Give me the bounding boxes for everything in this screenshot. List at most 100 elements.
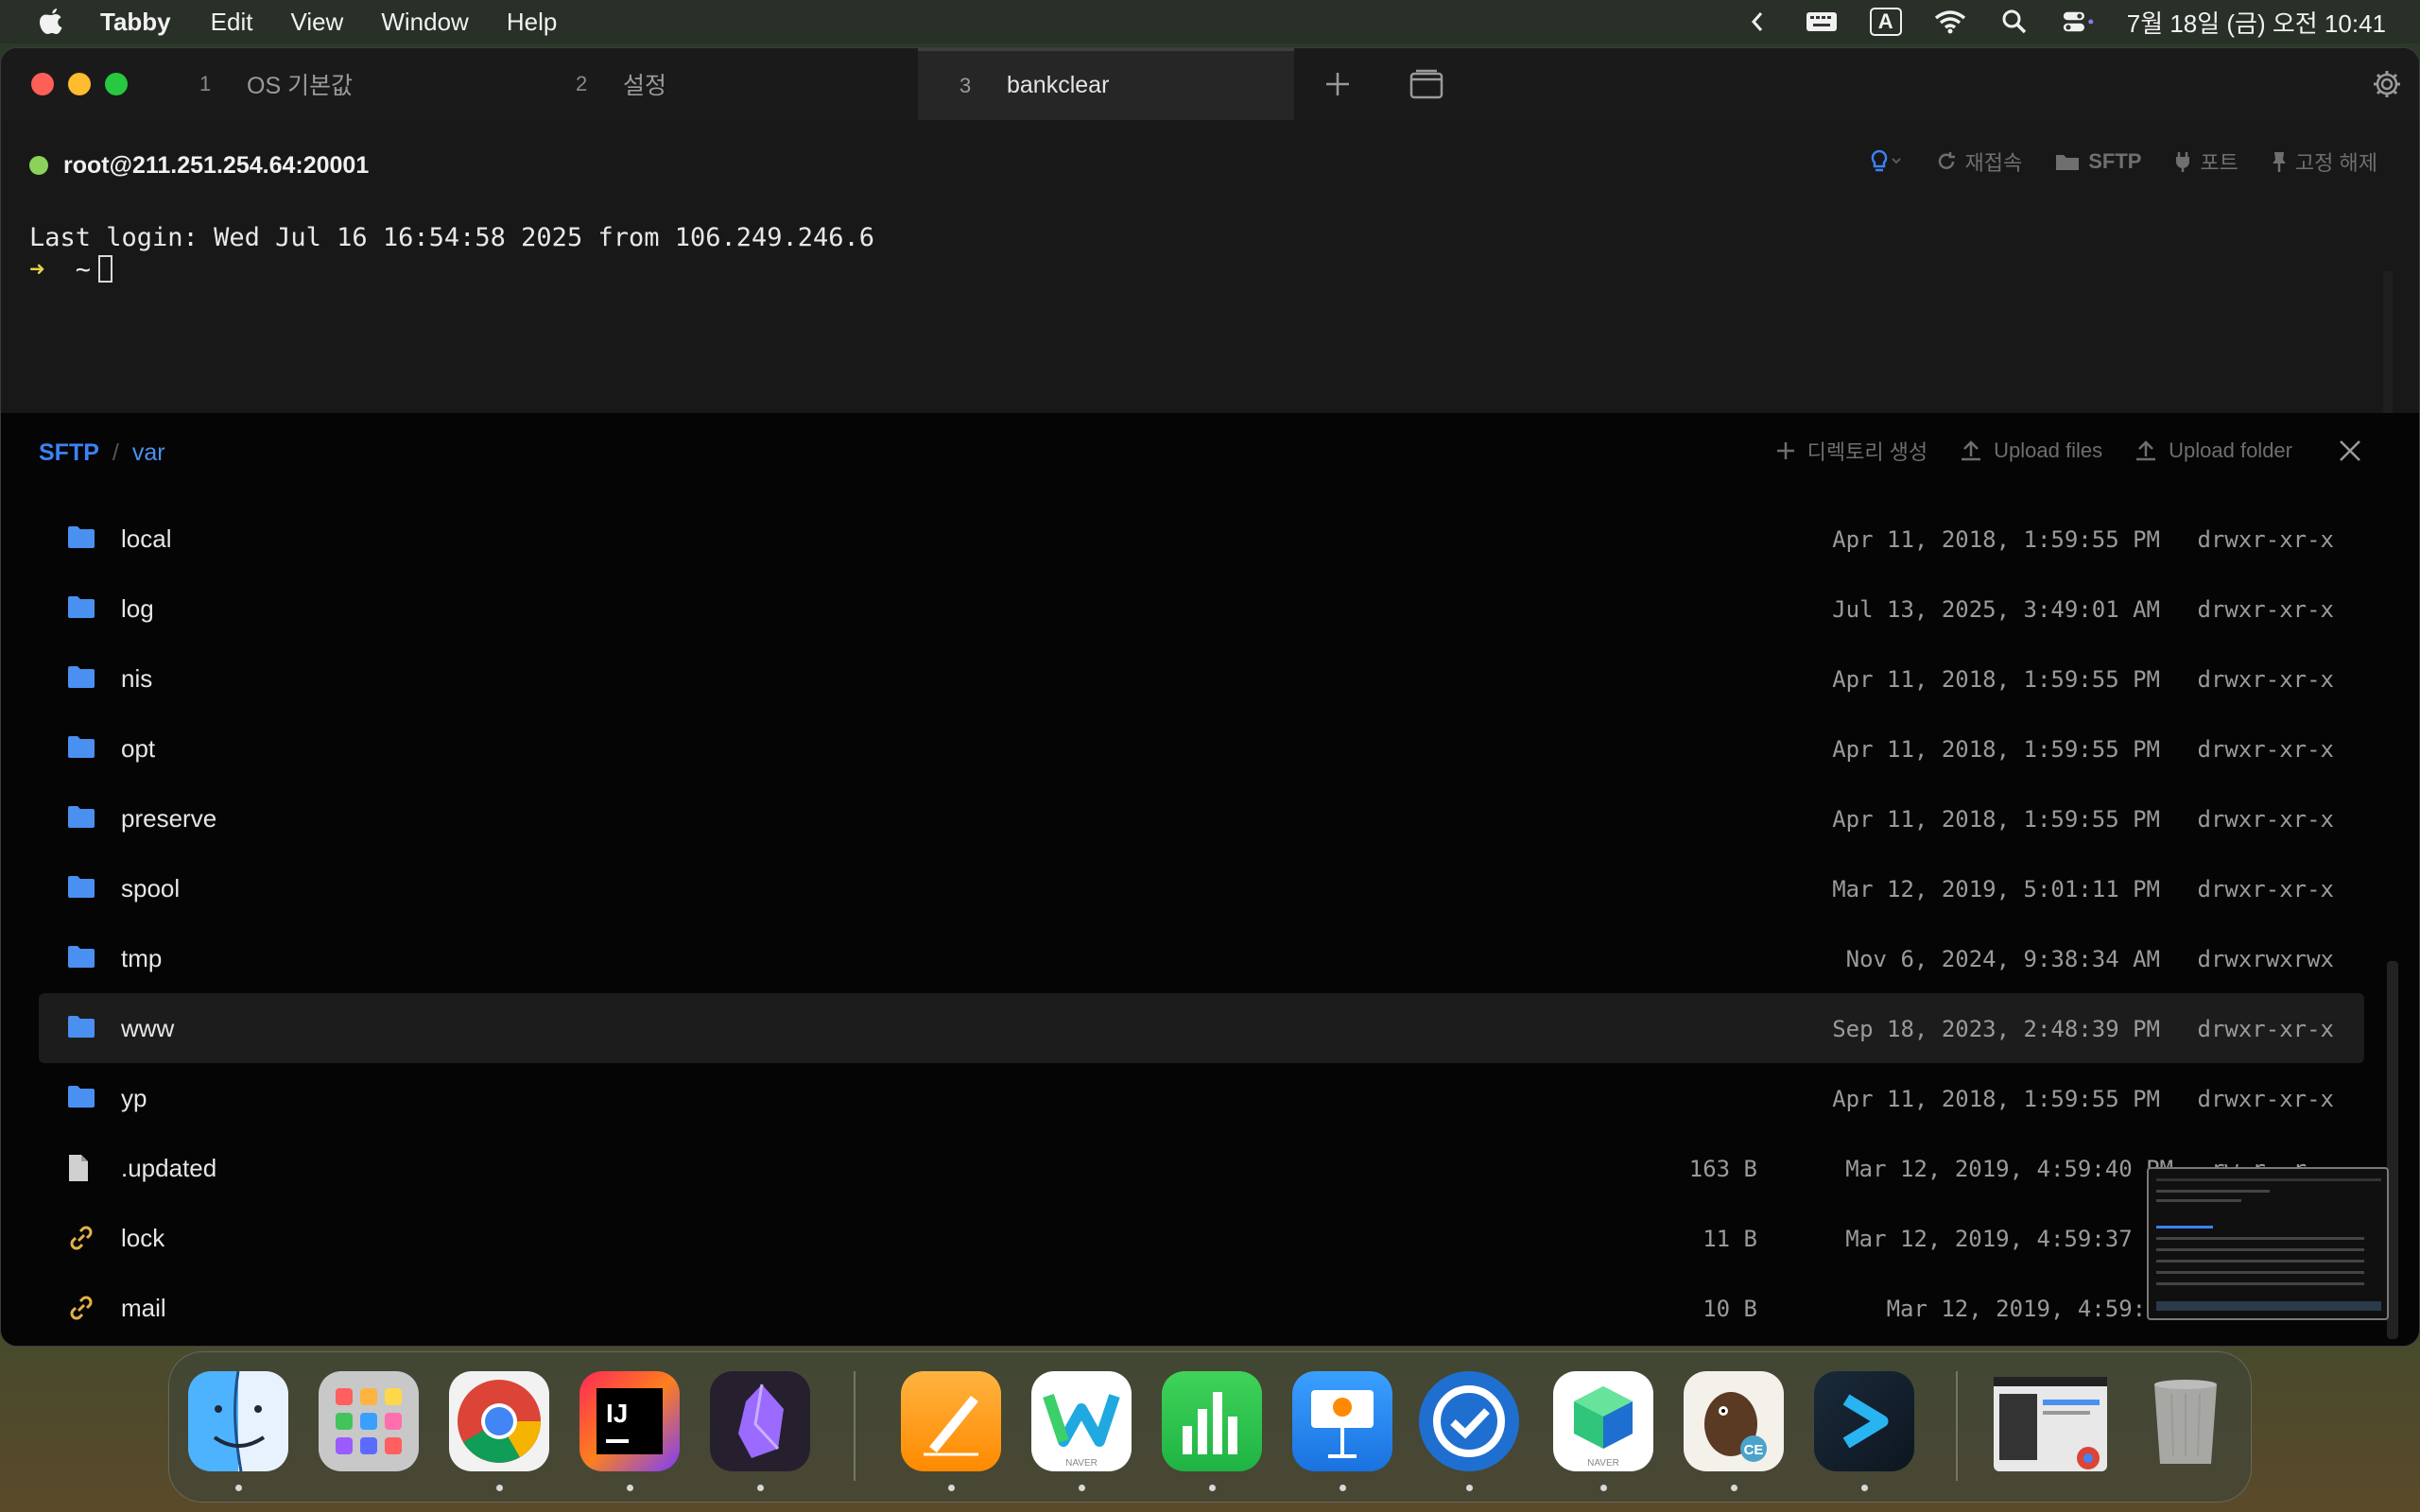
dock-running-indicator xyxy=(1600,1485,1607,1491)
sftp-button[interactable]: SFTP xyxy=(2054,149,2141,174)
close-sftp-button[interactable] xyxy=(2338,438,2362,463)
prompt-path: ~ xyxy=(75,255,92,284)
menu-edit[interactable]: Edit xyxy=(211,8,253,37)
file-row-www[interactable]: www Sep 18, 2023, 2:48:39 PM drwxr-xr-x xyxy=(39,993,2364,1063)
file-date: Apr 11, 2018, 1:59:55 PM xyxy=(1832,806,2160,833)
wifi-icon[interactable] xyxy=(1934,8,1966,36)
file-row-preserve[interactable]: preserve Apr 11, 2018, 1:59:55 PM drwxr-xr… xyxy=(39,783,2364,853)
dock-separator xyxy=(854,1371,856,1481)
file-row-mail[interactable]: mail 10 B Mar 12, 2019, 4:59:40 xyxy=(39,1273,2364,1343)
file-date: Sep 18, 2023, 2:48:39 PM xyxy=(1832,1016,2160,1042)
upload-files-label: Upload files xyxy=(1994,438,2103,462)
menu-view[interactable]: View xyxy=(290,8,343,37)
dock-running-indicator xyxy=(1861,1485,1868,1491)
tab-bankclear[interactable]: 3 bankclear xyxy=(918,48,1294,120)
file-row-run[interactable]: run6 BMar 12, 2019, 4:59:37 xyxy=(39,1343,2364,1346)
file-row-yp[interactable]: yp Apr 11, 2018, 1:59:55 PM drwxr-xr-x xyxy=(39,1063,2364,1133)
dock-trash-icon[interactable] xyxy=(2135,1371,2236,1471)
folder-icon xyxy=(67,524,95,553)
file-row-local[interactable]: local Apr 11, 2018, 1:59:55 PM drwxr-xr-x xyxy=(39,504,2364,574)
dock-dbeaver-icon[interactable]: CE xyxy=(1684,1371,1784,1471)
file-date: Mar 12, 2019, 4:59:40 xyxy=(1886,1296,2173,1322)
ports-label: 포트 xyxy=(2200,151,2238,175)
dock-whale-icon[interactable]: NAVER xyxy=(1031,1371,1132,1471)
dock-tabby-icon[interactable] xyxy=(1814,1371,1914,1471)
settings-button[interactable] xyxy=(2368,65,2406,103)
dock-naver-icon[interactable]: NAVER xyxy=(1553,1371,1653,1471)
upload-files-button[interactable]: Upload files xyxy=(1960,438,2102,463)
file-date: Nov 6, 2024, 9:38:34 AM xyxy=(1845,946,2160,972)
terminal-cursor xyxy=(98,255,113,283)
unpin-label: 고정 해제 xyxy=(2294,151,2377,175)
upload-folder-button[interactable]: Upload folder xyxy=(2135,438,2292,463)
folder-icon xyxy=(67,594,95,623)
file-row-dot-updated[interactable]: .updated163 BMar 12, 2019, 4:59:40 PMrw-… xyxy=(39,1133,2364,1203)
folder-icon xyxy=(67,944,95,972)
window-thumbnail[interactable] xyxy=(2147,1167,2389,1320)
file-name: .updated xyxy=(121,1154,217,1182)
file-row-tmp[interactable]: tmp Nov 6, 2024, 9:38:34 AM drwxrwxrwx xyxy=(39,923,2364,993)
dock-ce-badge: CE xyxy=(1744,1442,1764,1458)
tab-number: 1 xyxy=(199,72,212,95)
reconnect-label: 재접속 xyxy=(1964,151,2023,175)
file-row-spool[interactable]: spool Mar 12, 2019, 5:01:11 PM drwxr-xr-x xyxy=(39,853,2364,923)
input-source-icon[interactable]: A xyxy=(1869,8,1902,36)
terminal-pane[interactable]: root@211.251.254.64:20001 재접속 SFTP 포트 고정… xyxy=(1,120,2419,413)
menu-help[interactable]: Help xyxy=(507,8,557,37)
menu-window[interactable]: Window xyxy=(381,8,468,37)
terminal-scrollbar[interactable] xyxy=(2383,271,2393,413)
reconnect-icon xyxy=(1939,152,1956,169)
dock-running-indicator xyxy=(627,1485,633,1491)
session-bar: root@211.251.254.64:20001 재접속 SFTP 포트 고정… xyxy=(1,120,2419,211)
dock-intellij-icon[interactable]: IJ xyxy=(579,1371,680,1471)
window-stack-icon xyxy=(1409,69,1443,99)
spotlight-icon[interactable] xyxy=(1998,8,2031,36)
file-name: lock xyxy=(121,1224,165,1252)
sftp-label: SFTP xyxy=(2088,149,2142,173)
dock-pages-icon[interactable] xyxy=(901,1371,1001,1471)
dock-finder-icon[interactable] xyxy=(188,1370,288,1472)
control-center-icon[interactable] xyxy=(2063,8,2095,36)
dock-running-indicator xyxy=(948,1485,955,1491)
dock-keynote-icon[interactable] xyxy=(1292,1371,1392,1471)
file-row-opt[interactable]: opt Apr 11, 2018, 1:59:55 PM drwxr-xr-x xyxy=(39,713,2364,783)
create-directory-button[interactable]: 디렉토리 생성 xyxy=(1775,436,1927,466)
unpin-button[interactable]: 고정 해제 xyxy=(2271,146,2377,177)
reconnect-button[interactable]: 재접속 xyxy=(1936,146,2022,177)
file-row-log[interactable]: log Jul 13, 2025, 3:49:01 AM drwxr-xr-x xyxy=(39,574,2364,644)
new-tab-button[interactable] xyxy=(1319,65,1357,103)
file-permissions: drwxr-xr-x xyxy=(2197,1086,2335,1112)
profiles-button[interactable] xyxy=(1408,65,1445,103)
sftp-actions: 디렉토리 생성 Upload files Upload folder xyxy=(1775,436,2362,466)
dock-sync-icon[interactable] xyxy=(1419,1371,1519,1471)
menu-clock[interactable]: 7월 18일 (금) 오전 10:41 xyxy=(2127,5,2386,40)
dock-running-indicator xyxy=(757,1485,764,1491)
file-permissions: drwxr-xr-x xyxy=(2197,1016,2335,1042)
window-zoom-button[interactable] xyxy=(105,73,128,95)
apple-icon[interactable] xyxy=(38,7,68,37)
terminal-output[interactable]: Last login: Wed Jul 16 16:54:58 2025 fro… xyxy=(29,222,874,286)
dock-chrome-icon[interactable] xyxy=(449,1371,549,1471)
chevron-left-icon[interactable] xyxy=(1741,8,1773,36)
session-hint-button[interactable] xyxy=(1870,149,1904,174)
keyboard-icon[interactable] xyxy=(1806,8,1838,36)
file-name: spool xyxy=(121,874,181,902)
window-minimize-button[interactable] xyxy=(68,73,91,95)
dock-numbers-icon[interactable] xyxy=(1162,1371,1262,1471)
file-row-nis[interactable]: nis Apr 11, 2018, 1:59:55 PM drwxr-xr-x xyxy=(39,644,2364,713)
dock-minimized-window[interactable] xyxy=(1994,1377,2107,1471)
tab-os-default[interactable]: 1 OS 기본값 xyxy=(158,48,534,120)
tab-settings[interactable]: 2 설정 xyxy=(534,48,910,120)
window-close-button[interactable] xyxy=(31,73,54,95)
window-controls xyxy=(31,73,128,95)
menu-bar: Tabby Edit View Window Help A 7월 18일 (금)… xyxy=(0,0,2420,43)
file-row-lock[interactable]: lock11 BMar 12, 2019, 4:59:37 PMrwxrwxrw… xyxy=(39,1203,2364,1273)
dock-launchpad-icon[interactable] xyxy=(319,1371,419,1471)
file-name: www xyxy=(121,1014,175,1042)
breadcrumb-sftp-root[interactable]: SFTP xyxy=(39,439,99,467)
dock-obsidian-icon[interactable] xyxy=(710,1371,810,1471)
plug-icon xyxy=(2176,152,2190,172)
ports-button[interactable]: 포트 xyxy=(2173,146,2238,177)
menu-app-name[interactable]: Tabby xyxy=(100,8,171,37)
breadcrumb-var[interactable]: var xyxy=(132,439,165,467)
